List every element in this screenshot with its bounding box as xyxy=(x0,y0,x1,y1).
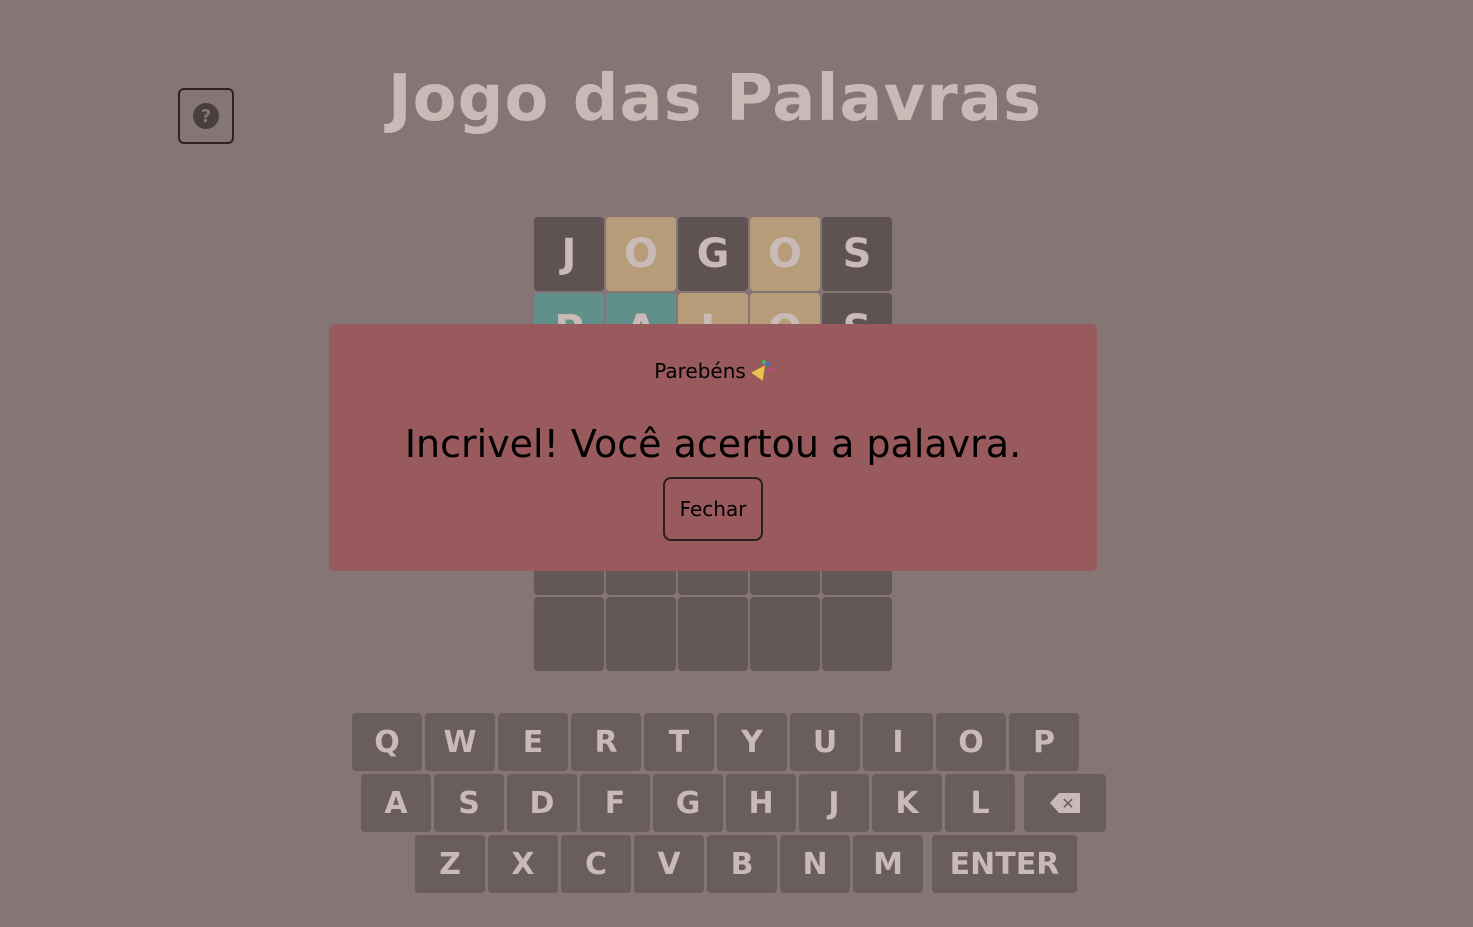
board-tile: S xyxy=(822,217,892,291)
key-l[interactable]: L xyxy=(945,774,1015,832)
key-q[interactable]: Q xyxy=(352,713,422,771)
key-g[interactable]: G xyxy=(653,774,723,832)
key-y[interactable]: Y xyxy=(717,713,787,771)
board-tile xyxy=(750,597,820,671)
key-b[interactable]: B xyxy=(707,835,777,893)
key-c[interactable]: C xyxy=(561,835,631,893)
board-tile xyxy=(822,597,892,671)
key-w[interactable]: W xyxy=(425,713,495,771)
keyboard-row-1: QWERTYUIOP xyxy=(352,713,1079,771)
keyboard-row-3: Z X C V B N M ENTER xyxy=(415,835,1077,893)
key-j[interactable]: J xyxy=(799,774,869,832)
party-popper-icon xyxy=(751,360,773,381)
key-s[interactable]: S xyxy=(434,774,504,832)
board-tile xyxy=(678,597,748,671)
board-tile: O xyxy=(606,217,676,291)
key-o[interactable]: O xyxy=(936,713,1006,771)
key-u[interactable]: U xyxy=(790,713,860,771)
backspace-icon: ✕ xyxy=(1050,793,1080,813)
key-d[interactable]: D xyxy=(507,774,577,832)
keyboard-row-2: A S D F G H J K L ✕ xyxy=(361,774,1106,832)
key-n[interactable]: N xyxy=(780,835,850,893)
key-a[interactable]: A xyxy=(361,774,431,832)
dialog-message: Incrivel! Você acertou a palavra. xyxy=(404,422,1022,466)
key-t[interactable]: T xyxy=(644,713,714,771)
dialog-title-text: Parebéns xyxy=(654,359,746,383)
key-v[interactable]: V xyxy=(634,835,704,893)
success-dialog: Parebéns Incrivel! Você acertou a palavr… xyxy=(329,324,1097,571)
close-button[interactable]: Fechar xyxy=(663,477,763,541)
board-tile: G xyxy=(678,217,748,291)
key-m[interactable]: M xyxy=(853,835,923,893)
key-e[interactable]: E xyxy=(498,713,568,771)
key-k[interactable]: K xyxy=(872,774,942,832)
key-r[interactable]: R xyxy=(571,713,641,771)
board-tile: O xyxy=(750,217,820,291)
board-tile: J xyxy=(534,217,604,291)
key-p[interactable]: P xyxy=(1009,713,1079,771)
key-z[interactable]: Z xyxy=(415,835,485,893)
backspace-key[interactable]: ✕ xyxy=(1024,774,1106,832)
page-title: Jogo das Palavras xyxy=(387,62,1043,136)
board-tile xyxy=(606,597,676,671)
key-x[interactable]: X xyxy=(488,835,558,893)
enter-key[interactable]: ENTER xyxy=(932,835,1077,893)
key-h[interactable]: H xyxy=(726,774,796,832)
key-i[interactable]: I xyxy=(863,713,933,771)
board-tile xyxy=(534,597,604,671)
key-f[interactable]: F xyxy=(580,774,650,832)
dialog-title: Parebéns xyxy=(329,359,1097,383)
